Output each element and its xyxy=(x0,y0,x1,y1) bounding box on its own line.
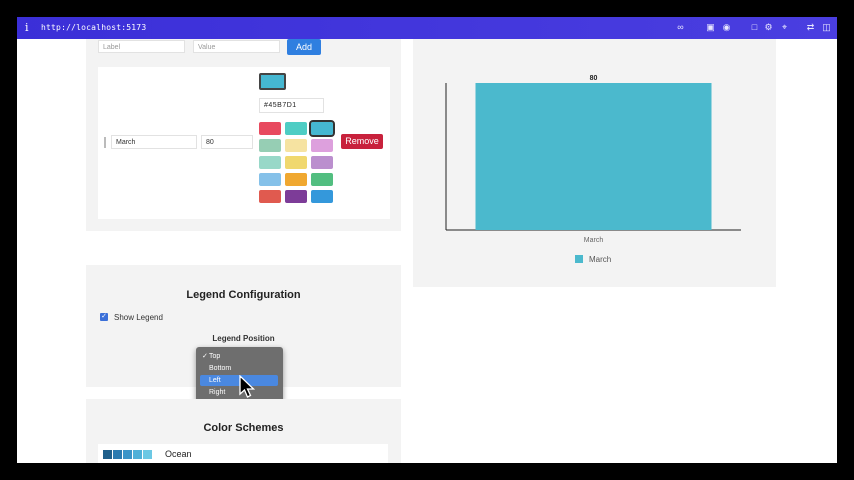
palette-swatch[interactable] xyxy=(311,190,333,203)
bar-chart: 80 March March xyxy=(445,75,741,264)
mouse-cursor-icon xyxy=(239,375,256,398)
color-schemes-panel: Color Schemes Ocean xyxy=(86,399,401,463)
remove-button[interactable]: Remove xyxy=(341,134,383,149)
target-icon[interactable]: ⌖ xyxy=(779,22,790,33)
show-legend-label: Show Legend xyxy=(114,313,163,322)
scheme-name: Ocean xyxy=(165,449,192,459)
legend-config-title: Legend Configuration xyxy=(186,289,301,301)
drag-handle-icon[interactable] xyxy=(104,137,106,148)
data-label: 80 xyxy=(590,75,598,82)
row-value-input[interactable]: 80 xyxy=(201,135,253,149)
add-button[interactable]: Add xyxy=(287,39,321,55)
chart-preview-panel: 80 March March xyxy=(413,39,776,287)
legend-option-bottom[interactable]: Bottom xyxy=(200,363,278,374)
palette-swatch[interactable] xyxy=(285,122,307,135)
scheme-swatch xyxy=(103,450,112,459)
legend-label: March xyxy=(589,255,611,264)
link-icon[interactable]: ∞ xyxy=(675,22,686,33)
palette-swatch[interactable] xyxy=(259,190,281,203)
value-input[interactable]: Value xyxy=(193,40,280,53)
palette-swatch[interactable] xyxy=(309,120,335,137)
legend-position-label: Legend Position xyxy=(212,334,275,343)
show-legend-checkbox[interactable]: ✓ xyxy=(100,313,108,321)
browser-toolbar: i http://localhost:5173 ∞ ▣ ◉ □ ⚙ ⌖ ⇄ ◫ xyxy=(17,17,837,39)
color-scheme-ocean[interactable]: Ocean xyxy=(98,444,388,463)
window-icon[interactable]: □ xyxy=(749,22,760,33)
hex-color-input[interactable]: #45B7D1 xyxy=(259,98,324,113)
palette-swatch[interactable] xyxy=(259,156,281,169)
sidebar-icon[interactable]: ◫ xyxy=(821,22,832,33)
scheme-swatch xyxy=(143,450,152,459)
settings-icon[interactable]: ⚙ xyxy=(763,22,774,33)
palette-swatch[interactable] xyxy=(285,190,307,203)
palette-swatch[interactable] xyxy=(311,173,333,186)
label-input[interactable]: Label xyxy=(98,40,185,53)
palette-swatch[interactable] xyxy=(285,139,307,152)
scheme-swatch xyxy=(123,450,132,459)
camera-icon[interactable]: ◉ xyxy=(721,22,732,33)
x-tick-label: March xyxy=(584,237,604,244)
palette-swatch[interactable] xyxy=(285,173,307,186)
app-window: i http://localhost:5173 ∞ ▣ ◉ □ ⚙ ⌖ ⇄ ◫ … xyxy=(17,17,837,463)
color-schemes-title: Color Schemes xyxy=(203,422,284,434)
palette-swatch[interactable] xyxy=(259,173,281,186)
checkmark-icon: ✓ xyxy=(202,353,208,360)
palette-swatch[interactable] xyxy=(285,156,307,169)
page-content: Label Value Add March 80 #45B7D1 Remove … xyxy=(17,39,837,463)
address-bar-url[interactable]: http://localhost:5173 xyxy=(41,23,146,32)
bar xyxy=(475,83,712,230)
data-row-card: March 80 #45B7D1 Remove xyxy=(98,67,390,219)
row-label-input[interactable]: March xyxy=(111,135,197,149)
legend-swatch xyxy=(575,255,583,263)
info-icon[interactable]: i xyxy=(25,21,29,34)
palette-swatch[interactable] xyxy=(259,139,281,152)
scheme-swatch xyxy=(113,450,122,459)
color-preview-button[interactable] xyxy=(259,73,286,90)
palette-swatch[interactable] xyxy=(259,122,281,135)
code-icon[interactable]: ⇄ xyxy=(805,22,816,33)
scheme-swatch xyxy=(133,450,142,459)
palette-swatch[interactable] xyxy=(311,156,333,169)
palette-swatch[interactable] xyxy=(311,139,333,152)
reader-icon[interactable]: ▣ xyxy=(705,22,716,33)
legend-option-top[interactable]: ✓ Top xyxy=(200,351,278,362)
data-entry-panel: Label Value Add March 80 #45B7D1 Remove xyxy=(86,39,401,231)
